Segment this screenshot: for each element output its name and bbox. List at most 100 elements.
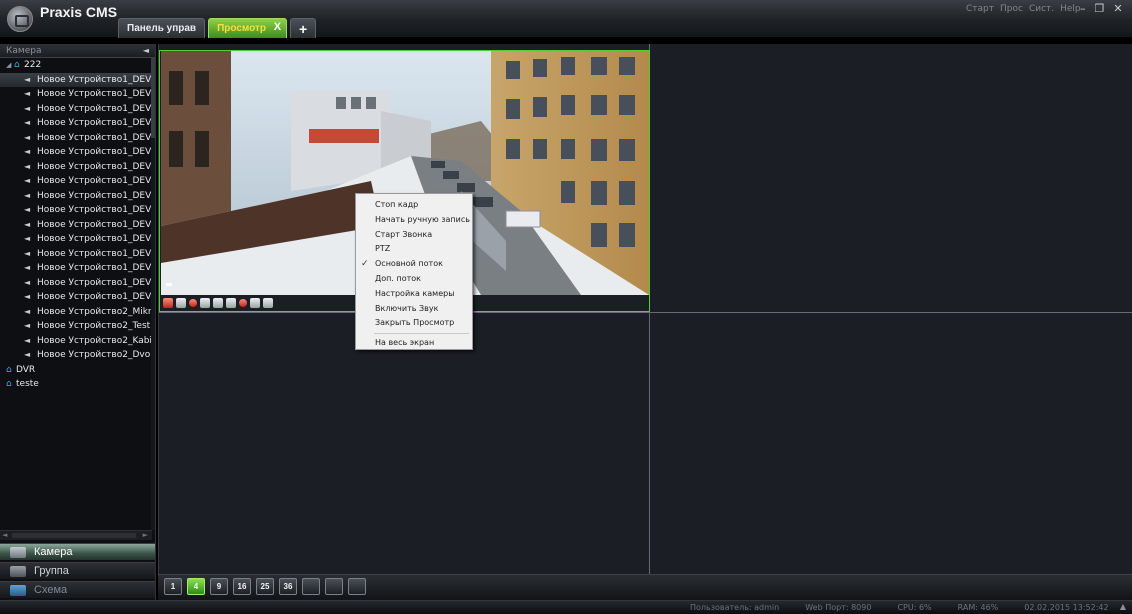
zoom-icon[interactable]	[250, 298, 260, 308]
camera-icon: ◄	[24, 205, 31, 214]
snapshot-icon[interactable]	[163, 298, 173, 308]
tree-vertical-scrollbar[interactable]	[151, 58, 155, 530]
camera-icon: ◄	[24, 89, 31, 98]
device-tree-item[interactable]: ◄ Новое Устройство1_DEVICE1	[0, 261, 152, 276]
expand-arrow-icon[interactable]: ▲	[1120, 602, 1126, 611]
device-tree-item[interactable]: ◄ Новое Устройство1_DEVICE1	[0, 276, 152, 291]
scroll-right-icon[interactable]: ►	[143, 531, 148, 539]
device-tree-item[interactable]: ◄ Новое Устройство1_DEVICE0	[0, 189, 152, 204]
tree-root-teste[interactable]: ⌂ teste	[0, 377, 152, 392]
close-icon[interactable]: ✕	[1113, 2, 1122, 15]
nav-scheme-button[interactable]: Схема	[0, 581, 155, 598]
layout-button[interactable]: 16	[233, 578, 251, 595]
device-label: Новое Устройство1_DEVICE1	[37, 234, 152, 244]
expand-arrow-icon[interactable]: ◢	[6, 58, 14, 73]
check-icon: ✓	[361, 259, 369, 270]
layout-bar: 1 4 9 16 25 36	[158, 574, 1132, 600]
video-context-menu: Стоп кадр Начать ручную запись Старт Звонк…	[355, 193, 473, 350]
camera-icon: ◄	[24, 74, 31, 84]
layout-button[interactable]: 9	[210, 578, 228, 595]
fullscreen-icon[interactable]	[263, 298, 273, 308]
nav-group-button[interactable]: Группа	[0, 562, 155, 579]
device-tree-item[interactable]: ◄ Новое Устройство1_DEVICE1	[0, 247, 152, 262]
context-menu-item[interactable]: ✓ Основной поток	[356, 257, 472, 272]
context-menu-item[interactable]: Настройка камеры	[356, 287, 472, 302]
device-list: ◄ Новое Устройство1_DEVICE0 ◄ Новое Устройс…	[0, 72, 152, 363]
camera-icon	[10, 546, 26, 558]
layout-button[interactable]: 1	[164, 578, 182, 595]
device-tree-item[interactable]: ◄ Новое Устройство2_Kabinet	[0, 334, 152, 349]
menu-start[interactable]: Старт	[966, 4, 994, 14]
camera-icon: ◄	[24, 321, 31, 330]
device-label: Новое Устройство1_DEVICE0	[37, 89, 152, 99]
device-tree-item[interactable]: ◄ Новое Устройство2_Dvor	[0, 348, 152, 363]
device-tree-item[interactable]: ◄ Новое Устройство1_DEVICE1	[0, 290, 152, 305]
layout-button[interactable]: 25	[256, 578, 274, 595]
ptz-icon[interactable]	[200, 298, 210, 308]
home-icon: ⌂	[14, 60, 20, 70]
device-tree-item[interactable]: ◄ Новое Устройство1_DEVICE0	[0, 72, 152, 87]
nav-camera-button[interactable]: Камера	[0, 543, 155, 560]
group-icon	[10, 565, 26, 577]
device-tree-item[interactable]: ◄ Новое Устройство1_DEVICE0	[0, 116, 152, 131]
context-menu-item-fullscreen[interactable]: На весь экран	[356, 336, 472, 351]
tree-root-222[interactable]: ◢ ⌂ 222	[0, 58, 152, 73]
layout-button[interactable]	[325, 578, 343, 595]
context-menu-item[interactable]: Включить Звук	[356, 302, 472, 317]
device-tree-item[interactable]: ◄ Новое Устройство1_DEVICE0	[0, 174, 152, 189]
device-label: Новое Устройство1_DEVICE0	[37, 147, 152, 157]
context-menu-label: Основной поток	[375, 259, 443, 269]
layout-button[interactable]: 36	[279, 578, 297, 595]
stream-icon[interactable]	[226, 298, 236, 308]
minimize-icon[interactable]: –	[1080, 2, 1086, 15]
device-tree-item[interactable]: ◄ Новое Устройство1_DEVICE0	[0, 131, 152, 146]
context-menu-label: Доп. поток	[375, 273, 421, 283]
layout-button[interactable]	[348, 578, 366, 595]
device-tree-item[interactable]: ◄ Новое Устройство1_DEVICE0	[0, 145, 152, 160]
device-tree-item[interactable]: ◄ Новое Устройство1_DEVICE1	[0, 218, 152, 233]
device-tree-item[interactable]: ◄ Новое Устройство1_DEVICE0	[0, 87, 152, 102]
context-menu-item[interactable]: Закрыть Просмотр	[356, 316, 472, 331]
context-menu-item[interactable]: Старт Звонка	[356, 228, 472, 243]
device-tree-item[interactable]: ◄ Новое Устройство1_DEVICE1	[0, 232, 152, 247]
camera-icon: ◄	[24, 277, 31, 287]
add-tab-button[interactable]: +	[290, 18, 317, 38]
scrollbar-thumb[interactable]	[151, 58, 155, 138]
device-label: Новое Устройство1_DEVICE1	[37, 248, 152, 259]
context-menu-label: Начать ручную запись	[375, 214, 470, 224]
record-icon[interactable]	[176, 298, 186, 308]
restore-icon[interactable]: ❐	[1095, 2, 1105, 15]
menu-system[interactable]: Сист.	[1029, 4, 1054, 14]
window-controls: – ❐ ✕	[1080, 2, 1123, 15]
device-tree-item[interactable]: ◄ Новое Устройство1_DEVICE1	[0, 203, 152, 218]
microphone-icon[interactable]	[213, 298, 223, 308]
tab-live-view[interactable]: Просмотр X	[208, 17, 288, 38]
menu-help[interactable]: Help	[1060, 4, 1081, 14]
tree-horizontal-scrollbar[interactable]: ◄ ►	[0, 530, 152, 540]
menu-view[interactable]: Прос	[1000, 4, 1023, 14]
tab-control-panel[interactable]: Панель управ	[118, 18, 206, 38]
device-tree-item[interactable]: ◄ Новое Устройство2_Test	[0, 319, 152, 334]
device-tree-item[interactable]: ◄ Новое Устройство2_Mikrosof	[0, 305, 152, 320]
talk-icon[interactable]	[189, 299, 197, 307]
device-label: Новое Устройство1_DEVICE0	[37, 74, 152, 85]
scroll-left-icon[interactable]: ◄	[2, 531, 7, 539]
context-menu-item[interactable]: Стоп кадр	[356, 198, 472, 213]
device-tree-item[interactable]: ◄ Новое Устройство1_DEVICE0	[0, 160, 152, 175]
context-menu-item[interactable]: PTZ	[356, 242, 472, 257]
layout-button[interactable]	[302, 578, 320, 595]
device-tree-item[interactable]: ◄ Новое Устройство1_DEVICE0	[0, 102, 152, 117]
scrollbar-thumb[interactable]	[12, 533, 136, 538]
tree-root-dvr[interactable]: ⌂ DVR	[0, 363, 152, 378]
status-bar: Пользователь: admin Web Порт: 8090 CPU: …	[0, 600, 1132, 614]
camera-icon: ◄	[24, 147, 31, 156]
nav-group-label: Группа	[34, 565, 69, 577]
status-web-port: Web Порт: 8090	[805, 603, 872, 612]
context-menu-item[interactable]: Доп. поток	[356, 272, 472, 287]
tab-close-icon[interactable]: X	[274, 17, 281, 37]
device-tree: ◢⌂222 ◄Новое Устройство1_DEVICE0◄Новое У…	[0, 58, 152, 530]
audio-icon[interactable]	[239, 299, 247, 307]
context-menu-item[interactable]: Начать ручную запись	[356, 213, 472, 228]
layout-button[interactable]: 4	[187, 578, 205, 595]
collapse-panel-icon[interactable]: ◄	[143, 44, 149, 58]
